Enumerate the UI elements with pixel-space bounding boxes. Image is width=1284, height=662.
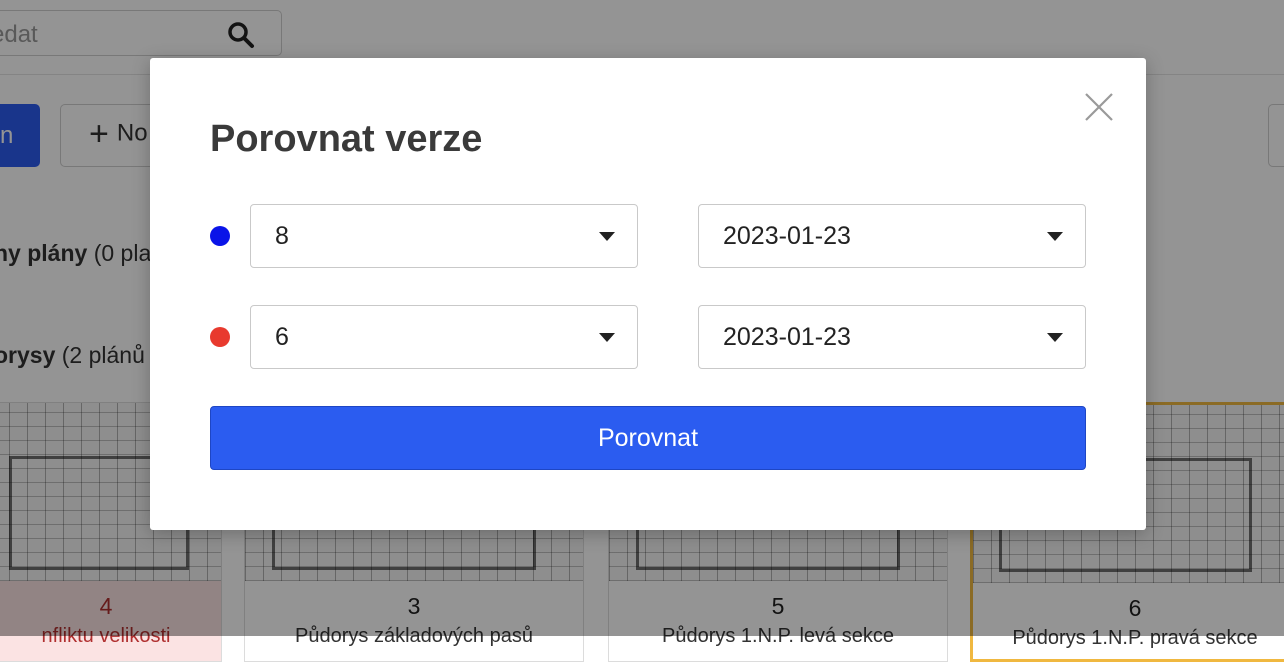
version-a-value: 8: [275, 222, 289, 250]
chevron-down-icon: [1047, 333, 1063, 342]
version-a-date-value: 2023-01-23: [723, 222, 851, 250]
version-b-date-value: 2023-01-23: [723, 323, 851, 351]
version-a-select[interactable]: 8: [250, 204, 638, 268]
version-b-select[interactable]: 6: [250, 305, 638, 369]
chevron-down-icon: [599, 333, 615, 342]
compare-versions-dialog: Porovnat verze 8 2023-01-23 6 2023-01-23…: [150, 58, 1146, 530]
version-b-color-dot: [210, 327, 230, 347]
chevron-down-icon: [599, 232, 615, 241]
version-a-date-select[interactable]: 2023-01-23: [698, 204, 1086, 268]
close-icon[interactable]: [1080, 88, 1118, 126]
version-b-date-select[interactable]: 2023-01-23: [698, 305, 1086, 369]
version-b-value: 6: [275, 323, 289, 351]
chevron-down-icon: [1047, 232, 1063, 241]
dialog-title: Porovnat verze: [210, 118, 483, 160]
version-a-color-dot: [210, 226, 230, 246]
compare-button[interactable]: Porovnat: [210, 406, 1086, 470]
